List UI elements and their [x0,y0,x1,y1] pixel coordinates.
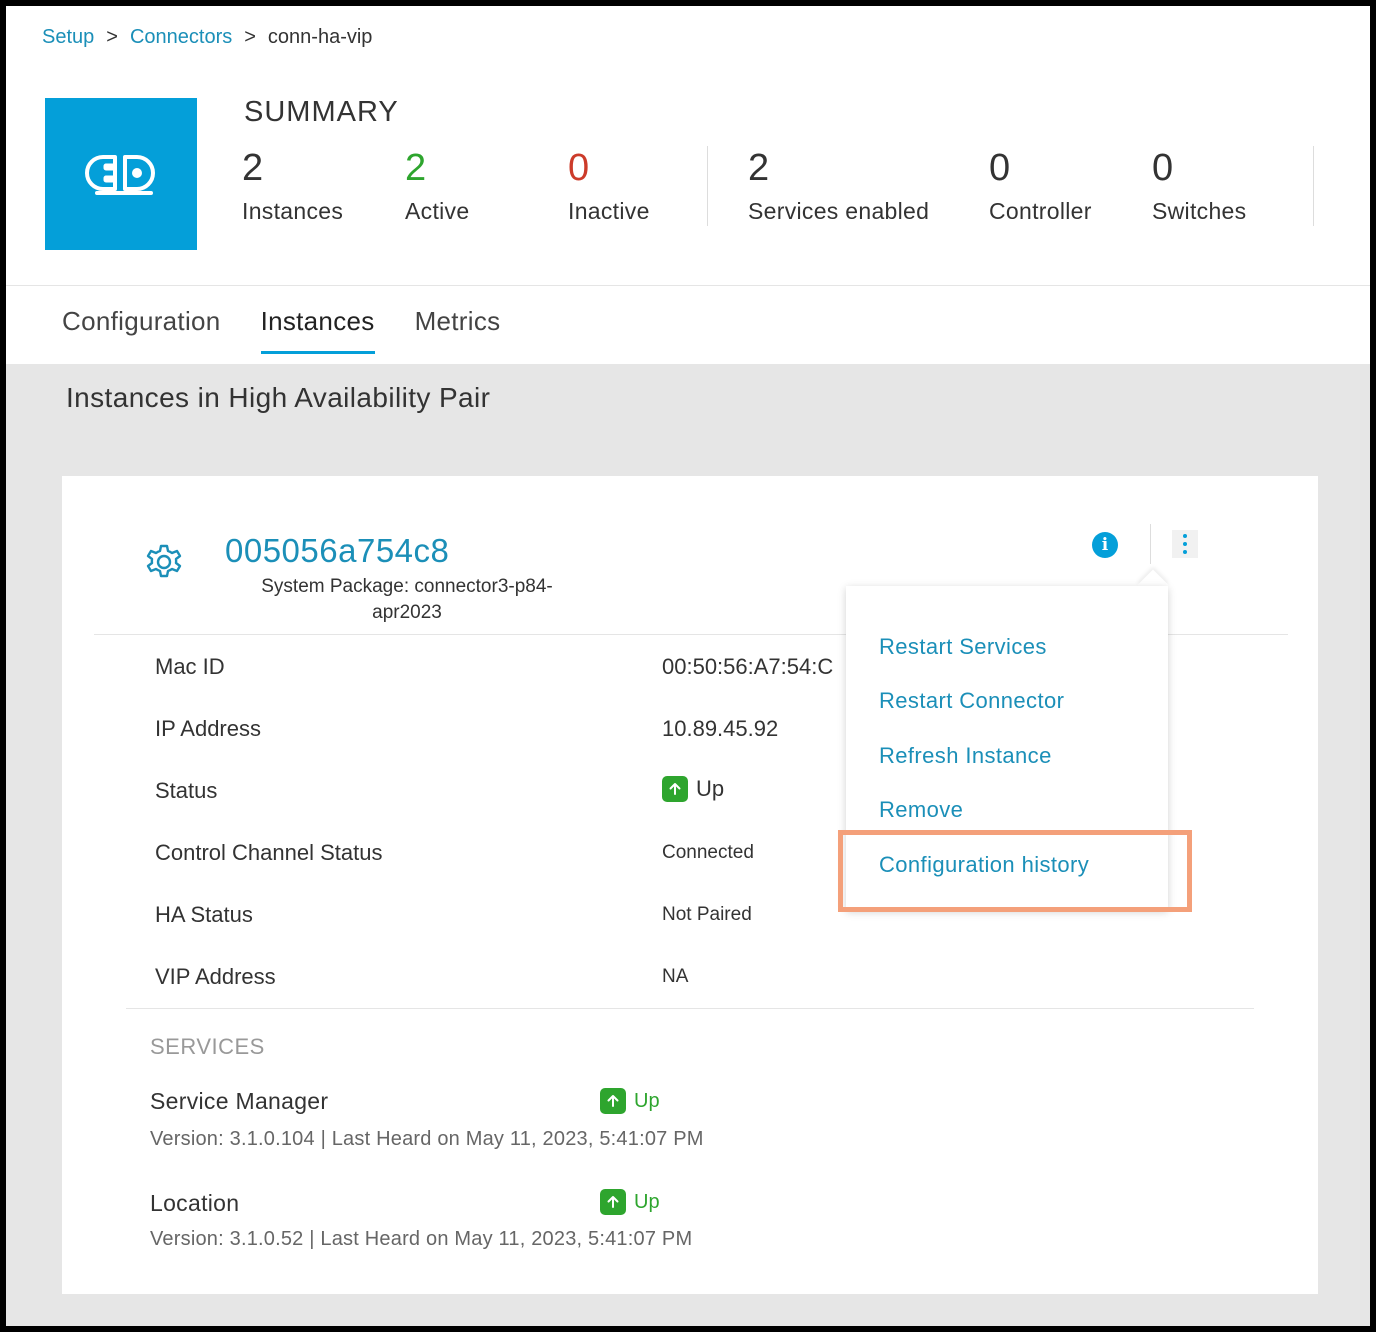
section-title: Instances in High Availability Pair [66,382,491,413]
arrow-up-icon [662,776,688,802]
status-badge: Up [662,776,724,802]
detail-value: NA [662,966,689,987]
detail-vip-address: VIP Address [155,964,276,990]
status-text: Up [696,776,725,801]
highlight-box [838,830,1192,912]
stat-value: 2 [748,147,770,189]
system-package: System Package: connector3-p84-apr2023 [261,576,553,623]
detail-value: Connected [662,842,754,863]
stat-value: 2 [242,147,264,189]
breadcrumb-separator: > [244,26,256,48]
menu-item-remove[interactable]: Remove [879,797,963,823]
card-divider [126,1008,1254,1009]
detail-label: Control Channel Status [155,840,383,865]
detail-label: VIP Address [155,964,276,989]
stat-value: 0 [568,147,590,189]
header-area: Setup > Connectors > conn-ha-vip SUMMARY [6,6,1370,364]
stat-value: 0 [1152,147,1174,189]
more-options-icon[interactable] [1172,530,1198,558]
stat-value: 0 [989,147,1011,189]
breadcrumb-connectors[interactable]: Connectors [130,26,232,49]
service-name: Service Manager [150,1088,329,1114]
summary-title: SUMMARY [244,96,399,128]
app-frame: Setup > Connectors > conn-ha-vip SUMMARY [6,6,1370,1326]
breadcrumb: Setup > Connectors > conn-ha-vip [42,26,372,49]
stat-label: Services enabled [748,198,930,224]
detail-label: Status [155,778,218,803]
detail-label: IP Address [155,716,261,741]
service-version: Version: 3.1.0.52 | Last Heard on May 11… [150,1228,693,1250]
menu-item-restart-services[interactable]: Restart Services [879,634,1047,660]
stat-label: Inactive [568,198,650,224]
plug-icon [85,155,155,195]
service-status: Up [600,1189,660,1215]
info-icon[interactable]: i [1092,532,1118,558]
arrow-up-icon [600,1088,626,1114]
tab-bar: Configuration Instances Metrics [62,306,500,354]
service-name: Location [150,1190,240,1216]
summary-divider [1313,146,1314,226]
service-version: Version: 3.1.0.104 | Last Heard on May 1… [150,1128,704,1150]
stat-controller: 0 Controller [989,146,1092,225]
stat-label: Controller [989,198,1092,224]
stat-services-enabled: 2 Services enabled [748,146,929,225]
service-status-text: Up [634,1089,660,1112]
breadcrumb-separator: > [106,26,118,48]
tab-metrics[interactable]: Metrics [415,306,501,354]
stat-label: Active [405,198,470,224]
detail-control-channel-status: Control Channel Status [155,840,382,866]
service-status: Up [600,1088,660,1114]
header-divider [6,285,1370,286]
detail-ha-status: HA Status [155,902,253,928]
detail-label: HA Status [155,902,253,927]
detail-value: Not Paired [662,904,752,925]
stat-label: Switches [1152,198,1247,224]
stat-instances: 2 Instances [242,146,343,225]
tab-instances[interactable]: Instances [260,306,375,354]
summary-divider [707,146,708,226]
detail-label: Mac ID [155,654,225,679]
stat-active: 2 Active [405,146,469,225]
service-status-text: Up [634,1190,660,1213]
detail-ip-address: IP Address [155,716,261,742]
icon-divider [1150,524,1151,564]
detail-mac-id: Mac ID [155,654,225,680]
arrow-up-icon [600,1189,626,1215]
stat-label: Instances [242,198,344,224]
detail-value: 10.89.45.92 [662,716,779,741]
breadcrumb-setup[interactable]: Setup [42,26,94,49]
stat-value: 2 [405,147,427,189]
services-title: SERVICES [150,1034,265,1059]
connector-logo [45,98,197,250]
breadcrumb-current: conn-ha-vip [267,26,373,48]
instance-name[interactable]: 005056a754c8 [225,532,449,570]
gear-icon [146,544,182,578]
tab-configuration[interactable]: Configuration [62,306,221,354]
stat-inactive: 0 Inactive [568,146,650,225]
menu-item-refresh-instance[interactable]: Refresh Instance [879,743,1052,769]
detail-status: Status [155,778,217,804]
menu-item-restart-connector[interactable]: Restart Connector [879,688,1064,714]
detail-value: 00:50:56:A7:54:C [662,654,834,679]
stat-switches: 0 Switches [1152,146,1246,225]
